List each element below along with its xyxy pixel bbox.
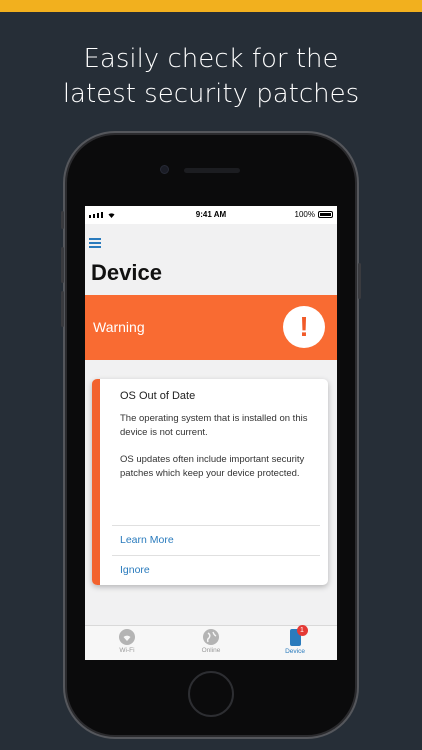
phone-icon: 1 (289, 625, 308, 646)
page-title: Device (91, 260, 162, 285)
card-body: The operating system that is installed o… (120, 412, 320, 494)
front-camera (160, 165, 169, 174)
tab-device[interactable]: 1 Device (253, 625, 337, 655)
globe-icon (203, 629, 219, 645)
power-button (358, 263, 361, 299)
headline-line-1: Easily check for the (83, 44, 339, 74)
volume-down-button (61, 291, 64, 327)
headline-line-2: latest security patches (62, 79, 360, 109)
tab-device-label: Device (285, 648, 305, 655)
battery-indicator: 100% (295, 210, 333, 219)
tab-online[interactable]: Online (169, 629, 253, 654)
tab-wifi[interactable]: Wi-Fi (85, 629, 169, 654)
notification-badge: 1 (296, 625, 308, 636)
tab-wifi-label: Wi-Fi (119, 647, 135, 654)
learn-more-link[interactable]: Learn More (120, 534, 174, 546)
phone-frame: 9:41 AM 100% Device Warning ! OS Out of … (61, 135, 361, 735)
battery-percent: 100% (294, 210, 315, 219)
card-severity-stripe (92, 379, 100, 585)
warning-label: Warning (93, 319, 145, 335)
home-button[interactable] (188, 671, 234, 717)
card-divider (112, 555, 320, 556)
tab-online-label: Online (201, 647, 221, 654)
card-divider (112, 525, 320, 526)
app-header: Device (85, 224, 337, 295)
app-screen: 9:41 AM 100% Device Warning ! OS Out of … (85, 206, 337, 660)
exclamation-icon: ! (283, 306, 325, 348)
card-paragraph-2: OS updates often include important secur… (120, 454, 305, 479)
top-accent-bar (0, 0, 422, 12)
hamburger-menu-icon[interactable] (89, 238, 103, 248)
warning-banner: Warning ! (85, 295, 337, 360)
wifi-icon (119, 629, 135, 645)
speaker-grille (184, 168, 240, 173)
volume-up-button (61, 247, 64, 283)
os-out-of-date-card: OS Out of Date The operating system that… (92, 379, 328, 585)
card-title: OS Out of Date (120, 390, 196, 402)
card-paragraph-1: The operating system that is installed o… (120, 413, 308, 438)
headline: Easily check for the latest security pat… (0, 42, 422, 112)
battery-icon (318, 211, 333, 218)
mute-switch (61, 211, 64, 229)
tab-bar: Wi-Fi Online 1 Device (85, 625, 337, 660)
ignore-link[interactable]: Ignore (120, 564, 150, 576)
status-bar: 9:41 AM 100% (85, 206, 337, 224)
